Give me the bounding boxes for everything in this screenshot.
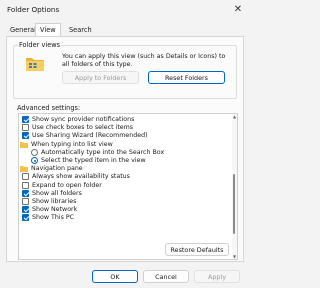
checkbox-unchecked-icon[interactable] xyxy=(22,198,29,205)
setting-label: Select the typed item in the view xyxy=(41,157,146,164)
setting-label: Use check boxes to select items xyxy=(32,124,134,132)
scroll-up-arrow-icon[interactable]: ▲ xyxy=(232,114,237,119)
checkbox-checked-icon[interactable] xyxy=(22,132,29,140)
setting-label: Navigation pane xyxy=(31,165,83,173)
folder-views-label: Folder views xyxy=(18,41,62,49)
setting-label: Use Sharing Wizard (Recommended) xyxy=(32,132,148,140)
window-title: Folder Options xyxy=(7,5,60,14)
checkbox-unchecked-icon[interactable] xyxy=(22,173,29,181)
setting-label: Automatically type into the Search Box xyxy=(41,148,165,156)
scroll-down-arrow-icon[interactable]: ▼ xyxy=(232,254,237,259)
setting-label: When typing into list view xyxy=(31,140,113,148)
radio-unselected-icon[interactable] xyxy=(31,148,38,156)
advanced-settings-list[interactable]: Show sync provider notifications Use chec… xyxy=(18,113,238,260)
setting-label: Show all folders xyxy=(32,189,82,197)
folder-options-window: Folder Options ✕ General View Search Fol… xyxy=(0,0,250,288)
checkbox-unchecked-icon[interactable] xyxy=(22,181,29,189)
setting-label: Always show availability status xyxy=(32,173,130,181)
checkbox-unchecked-icon[interactable] xyxy=(22,124,29,132)
checkbox-checked-icon[interactable] xyxy=(22,206,29,214)
setting-label: Expand to open folder xyxy=(32,181,102,189)
setting-label: Show libraries xyxy=(32,198,77,205)
title-bar: Folder Options ✕ xyxy=(0,0,250,20)
apply-button[interactable]: Apply xyxy=(194,270,240,283)
folder-icon xyxy=(20,166,28,173)
setting-label: Show Network xyxy=(32,206,78,214)
radio-selected-icon[interactable] xyxy=(31,157,38,164)
reset-folders-button[interactable]: Reset Folders xyxy=(148,71,225,84)
folder-views-description: You can apply this view (such as Details… xyxy=(62,53,226,68)
setting-label: Show This PC xyxy=(32,214,75,222)
apply-to-folders-button[interactable]: Apply to Folders xyxy=(62,71,139,84)
checkbox-checked-icon[interactable] xyxy=(22,189,29,197)
restore-defaults-button[interactable]: Restore Defaults xyxy=(165,243,229,256)
close-button[interactable]: ✕ xyxy=(226,0,250,18)
scrollbar-thumb[interactable] xyxy=(233,174,235,234)
ok-button[interactable]: OK xyxy=(92,270,138,283)
folder-icon xyxy=(20,141,28,148)
setting-label: Show sync provider notifications xyxy=(32,116,135,123)
view-tab-panel: Folder views You can apply this view (su… xyxy=(6,36,244,262)
checkbox-checked-icon[interactable] xyxy=(22,116,29,123)
tab-strip: General View Search xyxy=(6,23,244,37)
folder-icon xyxy=(26,58,44,71)
checkbox-checked-icon[interactable] xyxy=(22,214,29,222)
setting-row[interactable]: Show This PC xyxy=(22,213,74,222)
vertical-scrollbar[interactable]: ▲ ▼ xyxy=(232,114,237,259)
tab-view[interactable]: View xyxy=(35,23,61,37)
advanced-settings-label: Advanced settings: xyxy=(17,104,81,112)
cancel-button[interactable]: Cancel xyxy=(143,270,189,283)
